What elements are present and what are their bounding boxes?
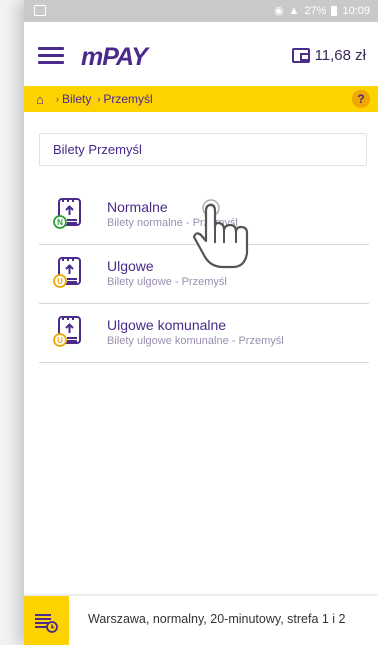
hamburger-menu-icon[interactable] [38,47,64,64]
ticket-subtitle: Bilety normalne - Przemyśl [107,217,238,229]
battery-icon [331,5,338,16]
signal-icon: ▲ [288,4,300,17]
wallet-balance-button[interactable]: 11,68 zł [291,47,366,64]
phone-screen: ◉ ▲ 27% 10:09 mPAY 11,68 zł ⌂ › Bilety ›… [24,0,378,645]
ticket-normal-icon: N [53,198,81,229]
list-item[interactable]: U Ulgowe Bilety ulgowe - Przemyśl [39,245,369,304]
ticket-title: Ulgowe [107,258,154,274]
ticket-badge: N [57,218,63,227]
app-bar: mPAY 11,68 zł [24,22,378,86]
chevron-right-icon: › [97,94,101,104]
home-icon[interactable]: ⌂ [36,92,50,107]
wallet-icon [291,48,310,63]
ticket-list: N Normalne Bilety normalne - Przemyśl U … [39,186,369,363]
chevron-right-icon: › [56,94,59,104]
list-item[interactable]: U Ulgowe komunalne Bilety ulgowe komunal… [39,304,369,363]
status-bar: ◉ ▲ 27% 10:09 [24,0,378,22]
mpay-logo: mPAY [81,43,148,71]
ticket-reduced-icon: U [53,257,81,288]
clock: 10:09 [342,4,370,17]
battery-percent: 27% [304,4,327,17]
ticket-badge: U [57,277,63,286]
help-button[interactable]: ? [352,90,370,108]
active-ticket-description: Warszawa, normalny, 20-minutowy, strefa … [88,612,346,626]
status-right: ◉ ▲ 27% 10:09 [273,4,370,18]
ticket-badge: U [57,336,63,345]
breadcrumb-item-bilety[interactable]: Bilety [62,92,91,106]
ticket-subtitle: Bilety ulgowe komunalne - Przemyśl [107,335,284,347]
alarm-icon: ◉ [273,5,284,17]
ticket-title: Normalne [107,199,168,215]
ticket-title: Ulgowe komunalne [107,317,227,333]
breadcrumb: ⌂ › Bilety › Przemyśl ? [24,86,378,112]
list-item[interactable]: N Normalne Bilety normalne - Przemyśl [39,186,369,245]
wallet-balance: 11,68 zł [314,47,366,64]
gallery-notification-icon [34,5,46,16]
ticket-timer-icon [35,614,58,633]
active-ticket-icon-area [24,596,69,645]
city-ticket-field[interactable]: Bilety Przemyśl [39,133,367,166]
breadcrumb-item-przemysl: Przemyśl [103,92,153,106]
ticket-municipal-reduced-icon: U [53,316,81,347]
ticket-subtitle: Bilety ulgowe - Przemyśl [107,276,227,288]
active-ticket-bar[interactable]: Warszawa, normalny, 20-minutowy, strefa … [24,596,378,645]
